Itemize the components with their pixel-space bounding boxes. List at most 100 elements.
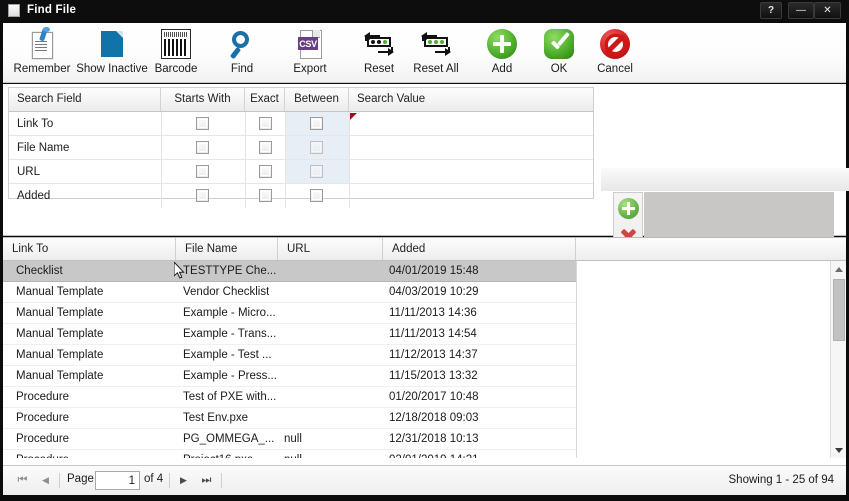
last-page-button[interactable]: ⏭ — [198, 472, 215, 489]
add-criteria-button[interactable] — [618, 198, 639, 219]
toolbar-button-remember[interactable]: Remember — [11, 26, 73, 80]
toolbar-button-cancel[interactable]: Cancel — [591, 26, 639, 80]
cell-link-to: Procedure — [16, 450, 69, 458]
cell-link-to: Procedure — [16, 412, 70, 424]
toolbar-button-export[interactable]: CSV Export — [286, 26, 334, 80]
toolbar-label: Reset All — [413, 63, 459, 75]
cell-file-name: Vendor Checklist — [183, 286, 270, 298]
cell-added: 12/31/2018 10:13 — [389, 433, 479, 445]
results-header-row: Link To File Name URL Added — [3, 238, 846, 261]
checkbox-starts-with[interactable] — [196, 189, 209, 202]
green-plus-circle-icon — [487, 26, 517, 62]
cell-file-name: Example - Trans... — [183, 328, 277, 340]
previous-page-button[interactable]: ◀ — [37, 472, 54, 489]
criteria-header-exact[interactable]: Exact — [245, 88, 285, 111]
results-header-spacer — [576, 238, 819, 260]
cell-file-name: TESTTYPE Che... — [183, 265, 277, 277]
results-vertical-scrollbar[interactable] — [830, 261, 846, 458]
criteria-row[interactable]: Added — [9, 184, 593, 208]
criteria-row[interactable]: File Name — [9, 136, 593, 160]
criteria-header-starts-with[interactable]: Starts With — [161, 88, 245, 111]
remember-pin-document-icon — [29, 26, 55, 62]
criteria-field-label: Link To — [17, 118, 54, 130]
results-detail-panel — [577, 261, 819, 458]
checkbox-between[interactable] — [310, 189, 323, 202]
cell-link-to: Manual Template — [16, 286, 104, 298]
criteria-header-search-value[interactable]: Search Value — [349, 88, 593, 111]
criteria-field-label: File Name — [17, 142, 70, 154]
cell-link-to: Manual Template — [16, 349, 104, 361]
cell-added: 04/03/2019 10:29 — [389, 286, 479, 298]
results-header-url[interactable]: URL — [278, 238, 383, 260]
next-page-button[interactable]: ▶ — [175, 472, 192, 489]
toolbar-button-show-inactive[interactable]: Show Inactive — [73, 26, 151, 80]
cell-added: 11/11/2013 14:54 — [389, 328, 477, 340]
cell-added: 01/20/2017 10:48 — [389, 391, 479, 403]
cell-link-to: Procedure — [16, 391, 70, 403]
toolbar-label: Barcode — [154, 63, 198, 75]
toolbar-button-reset-all[interactable]: Reset All — [408, 26, 464, 80]
cell-file-name: Example - Test ... — [183, 349, 272, 361]
results-header-link-to[interactable]: Link To — [3, 238, 176, 260]
criteria-grid: Search Field Starts With Exact Between S… — [8, 87, 594, 208]
criteria-header-search-field[interactable]: Search Field — [9, 88, 161, 111]
toolbar-label: Find — [230, 63, 254, 75]
checkbox-between[interactable] — [310, 141, 323, 154]
toolbar-button-find[interactable]: Find — [218, 26, 266, 80]
scroll-down-icon[interactable] — [831, 442, 846, 458]
cell-file-name: Example - Press... — [183, 370, 277, 382]
criteria-row[interactable]: Link To — [9, 112, 593, 136]
cell-added: 02/01/2019 14:21 — [389, 450, 479, 458]
toolbar-label: OK — [550, 63, 568, 75]
find-file-window: ⬍ ⬌ ? — ✕ Find File ? — ✕ Remember — [0, 0, 849, 501]
toolbar-button-reset[interactable]: Reset — [357, 26, 401, 80]
checkbox-exact[interactable] — [259, 189, 272, 202]
checkbox-between[interactable] — [310, 165, 323, 178]
status-bar: ⏮ ◀ Page of 4 ▶ ⏭ Showing 1 - 25 of 94 — [3, 465, 846, 495]
cell-added: 11/12/2013 14:37 — [389, 349, 478, 361]
csv-file-icon: CSV — [297, 26, 323, 62]
checkbox-between[interactable] — [310, 117, 323, 130]
results-header-file-name[interactable]: File Name — [176, 238, 278, 260]
toolbar-button-barcode[interactable]: Barcode — [153, 26, 199, 80]
toolbar: Remember Show Inactive Barcode Find CSV … — [3, 23, 846, 83]
close-button[interactable]: ✕ — [814, 2, 841, 19]
page-total-label: of 4 — [144, 473, 164, 485]
results-grid: Link To File Name URL Added Checklist TE… — [3, 237, 846, 465]
page-label: Page — [67, 473, 94, 485]
cell-added: 11/15/2013 13:32 — [389, 370, 478, 382]
cell-link-to: Manual Template — [16, 370, 104, 382]
cell-file-name: Project16.pxe — [183, 450, 253, 458]
cell-added: 11/11/2013 14:36 — [389, 307, 477, 319]
cell-added: 12/18/2018 09:03 — [389, 412, 479, 424]
first-page-button[interactable]: ⏮ — [14, 472, 31, 489]
criteria-row[interactable]: URL — [9, 160, 593, 184]
toolbar-label: Reset — [363, 63, 395, 75]
toolbar-button-ok[interactable]: OK — [539, 26, 579, 80]
scroll-up-icon[interactable] — [831, 261, 846, 277]
toolbar-button-add[interactable]: Add — [482, 26, 522, 80]
window-title: Find File — [27, 4, 77, 16]
page-number-input[interactable] — [95, 471, 140, 490]
checkbox-starts-with[interactable] — [196, 165, 209, 178]
checkbox-exact[interactable] — [259, 117, 272, 130]
toolbar-label: Show Inactive — [76, 63, 148, 75]
scrollbar-thumb[interactable] — [833, 279, 845, 341]
cell-file-name: Example - Micro... — [183, 307, 276, 319]
checkbox-exact[interactable] — [259, 141, 272, 154]
checkbox-starts-with[interactable] — [196, 141, 209, 154]
red-corner-marker — [350, 113, 357, 120]
reset-arrows-icon — [364, 26, 394, 62]
green-check-icon — [544, 26, 574, 62]
cell-file-name: PG_OMMEGA_... — [183, 433, 275, 445]
cell-link-to: Procedure — [16, 433, 70, 445]
help-button[interactable]: ? — [760, 2, 782, 19]
minimize-button[interactable]: — — [788, 2, 814, 19]
cell-file-name: Test Env.pxe — [183, 412, 248, 424]
cell-added: 04/01/2019 15:48 — [389, 265, 479, 277]
criteria-header-between[interactable]: Between — [285, 88, 349, 111]
checkbox-starts-with[interactable] — [196, 117, 209, 130]
checkbox-exact[interactable] — [259, 165, 272, 178]
results-header-added[interactable]: Added — [383, 238, 576, 260]
cell-link-to: Checklist — [16, 265, 63, 277]
